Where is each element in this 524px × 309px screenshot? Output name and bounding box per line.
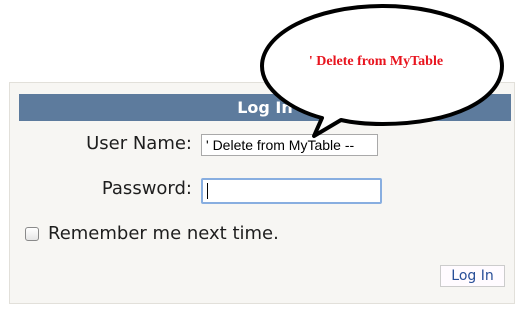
login-screen: Log In User Name: Password: Remember me …: [0, 0, 524, 309]
username-field[interactable]: [201, 134, 378, 156]
username-label: User Name:: [86, 133, 192, 154]
login-button[interactable]: Log In: [440, 265, 505, 287]
text-caret: [207, 183, 208, 199]
password-field[interactable]: [201, 178, 382, 204]
remember-me-label: Remember me next time.: [48, 223, 279, 244]
remember-me-row[interactable]: Remember me next time.: [25, 223, 279, 244]
password-label: Password:: [101, 178, 192, 199]
remember-me-checkbox[interactable]: [25, 226, 39, 241]
speech-bubble-text: ' Delete from MyTable: [308, 54, 444, 69]
login-header: Log In: [19, 94, 511, 121]
login-panel: Log In User Name: Password: Remember me …: [9, 82, 515, 304]
